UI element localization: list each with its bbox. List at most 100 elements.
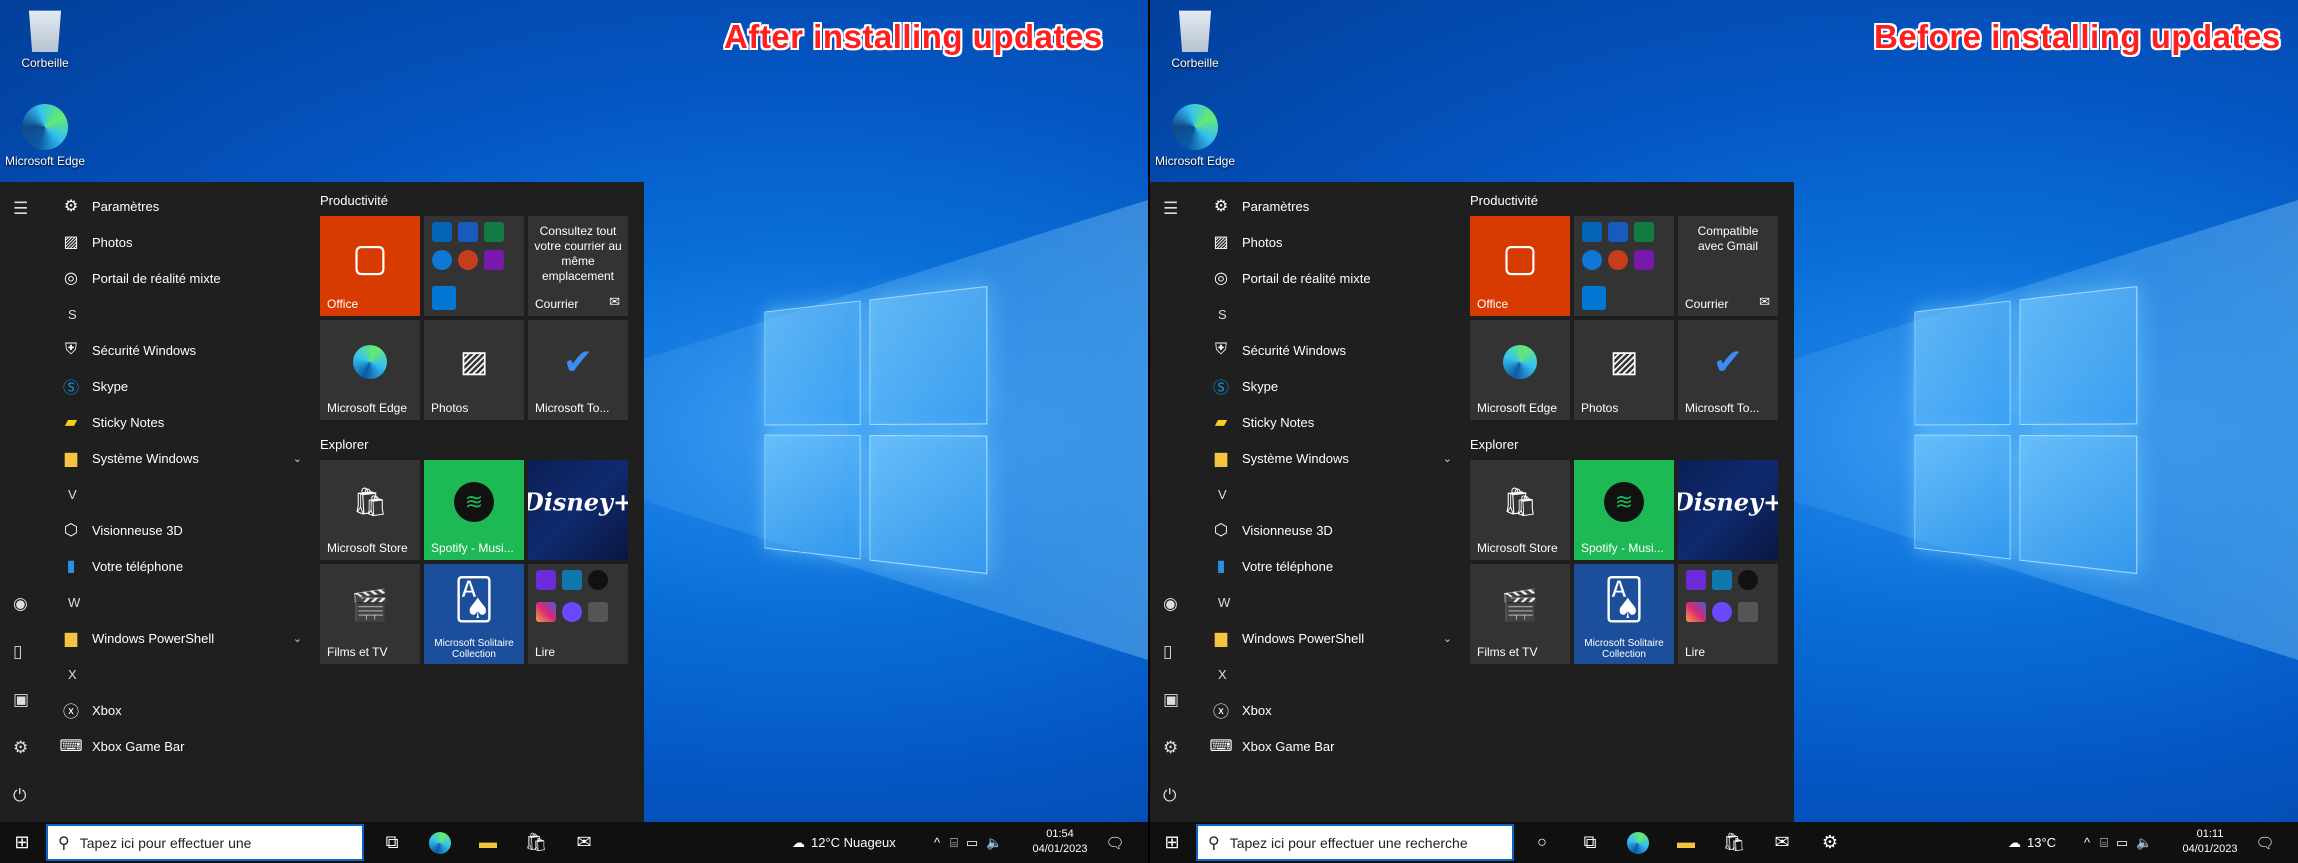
letter-header[interactable]: X xyxy=(50,656,306,692)
app-list-item[interactable]: ▰ Sticky Notes xyxy=(1200,404,1456,440)
tile-solitaire[interactable]: 🂡 Microsoft Solitaire Collection xyxy=(1574,564,1674,664)
letter-header[interactable]: V xyxy=(50,476,306,512)
store-taskbar-icon[interactable]: 🛍 xyxy=(516,822,556,863)
power-icon[interactable]: ⏻ xyxy=(1163,787,1176,804)
tile-play-folder[interactable]: Lire xyxy=(528,564,628,664)
notification-icon[interactable]: 🗨 xyxy=(1100,822,1130,863)
app-list-item[interactable]: ◎ Portail de réalité mixte xyxy=(50,260,306,296)
battery-icon[interactable]: ▭ xyxy=(2116,835,2128,851)
app-list-item[interactable]: ⛨ Sécurité Windows xyxy=(50,332,306,368)
battery-icon[interactable]: ▭ xyxy=(966,835,978,851)
taskbar-search-box[interactable]: ⚲ Tapez ici pour effectuer une recherche xyxy=(1196,824,1514,861)
tile-edge[interactable]: Microsoft Edge xyxy=(320,320,420,420)
tile-mail[interactable]: Consultez tout votre courrier au même em… xyxy=(528,216,628,316)
settings-gear-icon[interactable]: ⚙ xyxy=(1163,739,1178,756)
letter-header[interactable]: X xyxy=(1200,656,1456,692)
letter-header[interactable]: W xyxy=(1200,584,1456,620)
user-icon[interactable]: ◉ xyxy=(13,595,28,612)
start-windows-icon[interactable]: ⊞ xyxy=(0,822,44,863)
chevron-down-icon[interactable]: ⌄ xyxy=(1443,452,1452,465)
tile-photos[interactable]: ▨ Photos xyxy=(424,320,524,420)
edge-taskbar-icon[interactable] xyxy=(420,822,460,863)
volume-icon[interactable]: 🔈 xyxy=(986,835,1002,851)
edge-taskbar-icon[interactable] xyxy=(1618,822,1658,863)
tile-films[interactable]: 🎬 Films et TV xyxy=(320,564,420,664)
taskbar-clock[interactable]: 01:11 04/01/2023 xyxy=(2180,827,2240,857)
tile-edge[interactable]: Microsoft Edge xyxy=(1470,320,1570,420)
app-list-item[interactable]: ▆ Système Windows ⌄ xyxy=(1200,440,1456,476)
app-list-item[interactable]: ▆ Système Windows ⌄ xyxy=(50,440,306,476)
desktop-edge[interactable]: Microsoft Edge xyxy=(0,104,90,168)
pictures-icon[interactable]: ▣ xyxy=(13,691,29,708)
desktop-recycle-bin[interactable]: Corbeille xyxy=(0,6,90,70)
app-list-item[interactable]: ⌨ Xbox Game Bar xyxy=(1200,728,1456,764)
letter-header[interactable]: S xyxy=(50,296,306,332)
taskbar-search-box[interactable]: ⚲ Tapez ici pour effectuer une xyxy=(46,824,364,861)
app-list-item[interactable]: ⚙ Paramètres xyxy=(50,188,306,224)
file-explorer-icon[interactable]: ▬ xyxy=(468,822,508,863)
letter-header[interactable]: W xyxy=(50,584,306,620)
settings-gear-icon[interactable]: ⚙ xyxy=(13,739,28,756)
tile-store[interactable]: 🛍 Microsoft Store xyxy=(320,460,420,560)
store-taskbar-icon[interactable]: 🛍 xyxy=(1714,822,1754,863)
tile-mail[interactable]: Compatible avec Gmail Courrier ✉ xyxy=(1678,216,1778,316)
network-icon[interactable]: ⌸ xyxy=(950,835,958,851)
tile-spotify[interactable]: ≋ Spotify - Musi... xyxy=(424,460,524,560)
app-list-item[interactable]: ▰ Sticky Notes xyxy=(50,404,306,440)
chevron-up-icon[interactable]: ^ xyxy=(934,835,940,850)
task-view-icon[interactable]: ⧉ xyxy=(1570,822,1610,863)
documents-icon[interactable]: ▯ xyxy=(1163,643,1172,660)
app-list-item[interactable]: Ⓢ Skype xyxy=(50,368,306,404)
tile-office-apps-folder[interactable] xyxy=(424,216,524,316)
tile-office-apps-folder[interactable] xyxy=(1574,216,1674,316)
app-list-item[interactable]: ⓧ Xbox xyxy=(50,692,306,728)
hamburger-icon[interactable]: ☰ xyxy=(13,200,28,217)
letter-header[interactable]: V xyxy=(1200,476,1456,512)
app-list-item[interactable]: ⌨ Xbox Game Bar xyxy=(50,728,306,764)
start-windows-icon[interactable]: ⊞ xyxy=(1150,822,1194,863)
letter-header[interactable]: S xyxy=(1200,296,1456,332)
volume-icon[interactable]: 🔈 xyxy=(2136,835,2152,851)
tile-store[interactable]: 🛍 Microsoft Store xyxy=(1470,460,1570,560)
notification-icon[interactable]: 🗨 xyxy=(2250,822,2280,863)
tile-todo[interactable]: ✔ Microsoft To... xyxy=(1678,320,1778,420)
cortana-icon[interactable]: ○ xyxy=(1522,822,1562,863)
taskbar-clock[interactable]: 01:54 04/01/2023 xyxy=(1030,827,1090,857)
weather-widget[interactable]: ☁ 12°C Nuageux xyxy=(792,822,896,863)
app-list-item[interactable]: ⬡ Visionneuse 3D xyxy=(1200,512,1456,548)
app-list-item[interactable]: ▮ Votre téléphone xyxy=(1200,548,1456,584)
system-tray[interactable]: ^ ⌸ ▭ 🔈 xyxy=(2084,822,2152,863)
desktop-edge[interactable]: Microsoft Edge xyxy=(1150,104,1240,168)
app-list-item[interactable]: ⛨ Sécurité Windows xyxy=(1200,332,1456,368)
chevron-down-icon[interactable]: ⌄ xyxy=(293,452,302,465)
tile-disney[interactable]: Disney+ xyxy=(528,460,628,560)
user-icon[interactable]: ◉ xyxy=(1163,595,1178,612)
tile-office[interactable]: ▢ Office xyxy=(1470,216,1570,316)
chevron-down-icon[interactable]: ⌄ xyxy=(1443,632,1452,645)
documents-icon[interactable]: ▯ xyxy=(13,643,22,660)
mail-taskbar-icon[interactable]: ✉ xyxy=(1762,822,1802,863)
app-list-item[interactable]: Ⓢ Skype xyxy=(1200,368,1456,404)
chevron-up-icon[interactable]: ^ xyxy=(2084,835,2090,850)
mail-taskbar-icon[interactable]: ✉ xyxy=(564,822,604,863)
tile-solitaire[interactable]: 🂡 Microsoft Solitaire Collection xyxy=(424,564,524,664)
tile-disney[interactable]: Disney+ xyxy=(1678,460,1778,560)
tile-office[interactable]: ▢ Office xyxy=(320,216,420,316)
tile-play-folder[interactable]: Lire xyxy=(1678,564,1778,664)
app-list-item[interactable]: ◎ Portail de réalité mixte xyxy=(1200,260,1456,296)
app-list-item[interactable]: ⚙ Paramètres xyxy=(1200,188,1456,224)
network-icon[interactable]: ⌸ xyxy=(2100,835,2108,851)
app-list-item[interactable]: ▨ Photos xyxy=(1200,224,1456,260)
power-icon[interactable]: ⏻ xyxy=(13,787,26,804)
app-list-item[interactable]: ▆ Windows PowerShell ⌄ xyxy=(50,620,306,656)
tile-films[interactable]: 🎬 Films et TV xyxy=(1470,564,1570,664)
weather-widget[interactable]: ☁ 13°C xyxy=(2008,822,2056,863)
hamburger-icon[interactable]: ☰ xyxy=(1163,200,1178,217)
pictures-icon[interactable]: ▣ xyxy=(1163,691,1179,708)
desktop-recycle-bin[interactable]: Corbeille xyxy=(1150,6,1240,70)
settings-taskbar-icon[interactable]: ⚙ xyxy=(1810,822,1850,863)
tile-spotify[interactable]: ≋ Spotify - Musi... xyxy=(1574,460,1674,560)
system-tray[interactable]: ^ ⌸ ▭ 🔈 xyxy=(934,822,1002,863)
app-list-item[interactable]: ⬡ Visionneuse 3D xyxy=(50,512,306,548)
app-list-item[interactable]: ▆ Windows PowerShell ⌄ xyxy=(1200,620,1456,656)
